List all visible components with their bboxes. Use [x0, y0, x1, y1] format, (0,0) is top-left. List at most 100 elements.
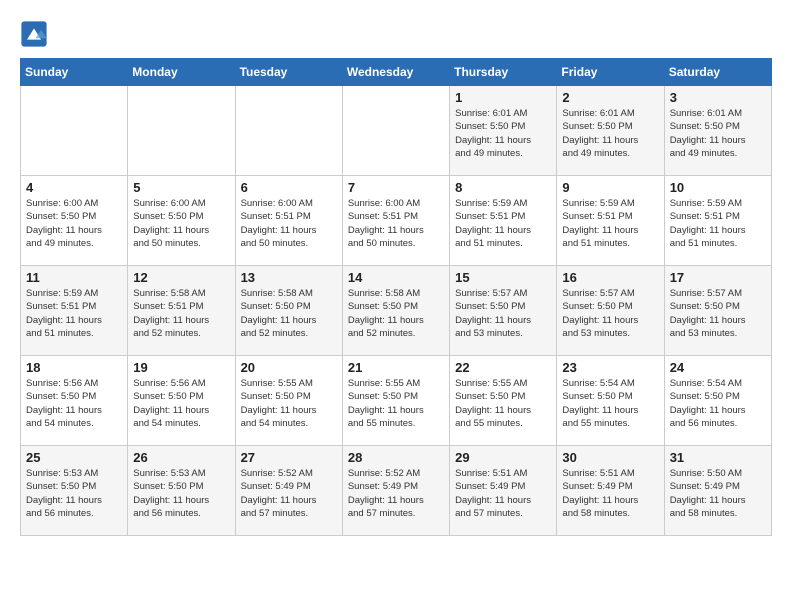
- calendar-cell: 26 Sunrise: 5:53 AMSunset: 5:50 PMDayligh…: [128, 446, 235, 536]
- day-info: Sunrise: 5:56 AMSunset: 5:50 PMDaylight:…: [133, 377, 229, 430]
- day-info: Sunrise: 5:54 AMSunset: 5:50 PMDaylight:…: [670, 377, 766, 430]
- day-info: Sunrise: 6:01 AMSunset: 5:50 PMDaylight:…: [670, 107, 766, 160]
- calendar-cell: 18 Sunrise: 5:56 AMSunset: 5:50 PMDayligh…: [21, 356, 128, 446]
- calendar-cell: 22 Sunrise: 5:55 AMSunset: 5:50 PMDayligh…: [450, 356, 557, 446]
- weekday-header-wednesday: Wednesday: [342, 59, 449, 86]
- calendar-week-2: 4 Sunrise: 6:00 AMSunset: 5:50 PMDaylight…: [21, 176, 772, 266]
- calendar-cell: 11 Sunrise: 5:59 AMSunset: 5:51 PMDayligh…: [21, 266, 128, 356]
- day-info: Sunrise: 5:50 AMSunset: 5:49 PMDaylight:…: [670, 467, 766, 520]
- day-info: Sunrise: 6:00 AMSunset: 5:51 PMDaylight:…: [348, 197, 444, 250]
- day-info: Sunrise: 6:00 AMSunset: 5:50 PMDaylight:…: [133, 197, 229, 250]
- day-number: 21: [348, 360, 444, 375]
- calendar-cell: 14Sunrise: 5:58 AMSunset: 5:50 PMDayligh…: [342, 266, 449, 356]
- day-number: 22: [455, 360, 551, 375]
- calendar-cell: 29Sunrise: 5:51 AMSunset: 5:49 PMDayligh…: [450, 446, 557, 536]
- calendar-cell: 4 Sunrise: 6:00 AMSunset: 5:50 PMDaylight…: [21, 176, 128, 266]
- day-info: Sunrise: 6:01 AMSunset: 5:50 PMDaylight:…: [455, 107, 551, 160]
- weekday-header-monday: Monday: [128, 59, 235, 86]
- weekday-header-friday: Friday: [557, 59, 664, 86]
- weekday-header-row: SundayMondayTuesdayWednesdayThursdayFrid…: [21, 59, 772, 86]
- calendar-cell: 6 Sunrise: 6:00 AMSunset: 5:51 PMDaylight…: [235, 176, 342, 266]
- day-info: Sunrise: 5:54 AMSunset: 5:50 PMDaylight:…: [562, 377, 658, 430]
- calendar-cell: [128, 86, 235, 176]
- day-number: 17: [670, 270, 766, 285]
- day-info: Sunrise: 5:59 AMSunset: 5:51 PMDaylight:…: [455, 197, 551, 250]
- day-number: 11: [26, 270, 122, 285]
- calendar-cell: 5 Sunrise: 6:00 AMSunset: 5:50 PMDaylight…: [128, 176, 235, 266]
- calendar-cell: 19 Sunrise: 5:56 AMSunset: 5:50 PMDayligh…: [128, 356, 235, 446]
- day-info: Sunrise: 5:58 AMSunset: 5:51 PMDaylight:…: [133, 287, 229, 340]
- calendar-cell: 17 Sunrise: 5:57 AMSunset: 5:50 PMDayligh…: [664, 266, 771, 356]
- day-info: Sunrise: 5:52 AMSunset: 5:49 PMDaylight:…: [241, 467, 337, 520]
- day-number: 16: [562, 270, 658, 285]
- calendar-cell: 3 Sunrise: 6:01 AMSunset: 5:50 PMDaylight…: [664, 86, 771, 176]
- calendar-week-4: 18 Sunrise: 5:56 AMSunset: 5:50 PMDayligh…: [21, 356, 772, 446]
- calendar-cell: 9 Sunrise: 5:59 AMSunset: 5:51 PMDaylight…: [557, 176, 664, 266]
- calendar-cell: [235, 86, 342, 176]
- calendar-cell: 27 Sunrise: 5:52 AMSunset: 5:49 PMDayligh…: [235, 446, 342, 536]
- calendar-cell: 16 Sunrise: 5:57 AMSunset: 5:50 PMDayligh…: [557, 266, 664, 356]
- day-info: Sunrise: 5:57 AMSunset: 5:50 PMDaylight:…: [670, 287, 766, 340]
- day-number: 24: [670, 360, 766, 375]
- logo: [20, 20, 52, 48]
- day-info: Sunrise: 5:59 AMSunset: 5:51 PMDaylight:…: [26, 287, 122, 340]
- day-number: 14: [348, 270, 444, 285]
- calendar-cell: 30 Sunrise: 5:51 AMSunset: 5:49 PMDayligh…: [557, 446, 664, 536]
- calendar-cell: 10Sunrise: 5:59 AMSunset: 5:51 PMDayligh…: [664, 176, 771, 266]
- day-info: Sunrise: 5:55 AMSunset: 5:50 PMDaylight:…: [455, 377, 551, 430]
- day-number: 6: [241, 180, 337, 195]
- day-number: 9: [562, 180, 658, 195]
- day-number: 26: [133, 450, 229, 465]
- day-number: 28: [348, 450, 444, 465]
- day-number: 8: [455, 180, 551, 195]
- day-number: 31: [670, 450, 766, 465]
- weekday-header-tuesday: Tuesday: [235, 59, 342, 86]
- day-info: Sunrise: 5:51 AMSunset: 5:49 PMDaylight:…: [562, 467, 658, 520]
- day-info: Sunrise: 5:53 AMSunset: 5:50 PMDaylight:…: [133, 467, 229, 520]
- day-number: 7: [348, 180, 444, 195]
- day-number: 2: [562, 90, 658, 105]
- day-number: 3: [670, 90, 766, 105]
- day-info: Sunrise: 6:00 AMSunset: 5:51 PMDaylight:…: [241, 197, 337, 250]
- day-info: Sunrise: 5:59 AMSunset: 5:51 PMDaylight:…: [562, 197, 658, 250]
- calendar-cell: 12 Sunrise: 5:58 AMSunset: 5:51 PMDayligh…: [128, 266, 235, 356]
- calendar-header: SundayMondayTuesdayWednesdayThursdayFrid…: [21, 59, 772, 86]
- day-info: Sunrise: 5:57 AMSunset: 5:50 PMDaylight:…: [455, 287, 551, 340]
- calendar-week-1: 1 Sunrise: 6:01 AMSunset: 5:50 PMDaylight…: [21, 86, 772, 176]
- day-info: Sunrise: 6:00 AMSunset: 5:50 PMDaylight:…: [26, 197, 122, 250]
- day-info: Sunrise: 5:52 AMSunset: 5:49 PMDaylight:…: [348, 467, 444, 520]
- day-number: 23: [562, 360, 658, 375]
- day-number: 4: [26, 180, 122, 195]
- calendar-cell: [21, 86, 128, 176]
- day-number: 27: [241, 450, 337, 465]
- day-number: 1: [455, 90, 551, 105]
- day-info: Sunrise: 5:57 AMSunset: 5:50 PMDaylight:…: [562, 287, 658, 340]
- calendar-cell: 8 Sunrise: 5:59 AMSunset: 5:51 PMDaylight…: [450, 176, 557, 266]
- calendar-week-3: 11 Sunrise: 5:59 AMSunset: 5:51 PMDayligh…: [21, 266, 772, 356]
- day-number: 5: [133, 180, 229, 195]
- day-info: Sunrise: 5:55 AMSunset: 5:50 PMDaylight:…: [241, 377, 337, 430]
- day-number: 12: [133, 270, 229, 285]
- calendar-cell: 31 Sunrise: 5:50 AMSunset: 5:49 PMDayligh…: [664, 446, 771, 536]
- calendar-cell: 7 Sunrise: 6:00 AMSunset: 5:51 PMDaylight…: [342, 176, 449, 266]
- calendar-cell: 24 Sunrise: 5:54 AMSunset: 5:50 PMDayligh…: [664, 356, 771, 446]
- calendar-cell: 1 Sunrise: 6:01 AMSunset: 5:50 PMDaylight…: [450, 86, 557, 176]
- day-number: 30: [562, 450, 658, 465]
- calendar-week-5: 25Sunrise: 5:53 AMSunset: 5:50 PMDayligh…: [21, 446, 772, 536]
- day-info: Sunrise: 6:01 AMSunset: 5:50 PMDaylight:…: [562, 107, 658, 160]
- weekday-header-thursday: Thursday: [450, 59, 557, 86]
- calendar-cell: 25Sunrise: 5:53 AMSunset: 5:50 PMDayligh…: [21, 446, 128, 536]
- calendar-cell: 2 Sunrise: 6:01 AMSunset: 5:50 PMDaylight…: [557, 86, 664, 176]
- calendar-cell: 21Sunrise: 5:55 AMSunset: 5:50 PMDayligh…: [342, 356, 449, 446]
- calendar-cell: 28 Sunrise: 5:52 AMSunset: 5:49 PMDayligh…: [342, 446, 449, 536]
- day-number: 19: [133, 360, 229, 375]
- day-info: Sunrise: 5:59 AMSunset: 5:51 PMDaylight:…: [670, 197, 766, 250]
- day-info: Sunrise: 5:56 AMSunset: 5:50 PMDaylight:…: [26, 377, 122, 430]
- weekday-header-sunday: Sunday: [21, 59, 128, 86]
- day-number: 29: [455, 450, 551, 465]
- day-info: Sunrise: 5:53 AMSunset: 5:50 PMDaylight:…: [26, 467, 122, 520]
- day-number: 18: [26, 360, 122, 375]
- calendar-table: SundayMondayTuesdayWednesdayThursdayFrid…: [20, 58, 772, 536]
- calendar-cell: 13Sunrise: 5:58 AMSunset: 5:50 PMDayligh…: [235, 266, 342, 356]
- weekday-header-saturday: Saturday: [664, 59, 771, 86]
